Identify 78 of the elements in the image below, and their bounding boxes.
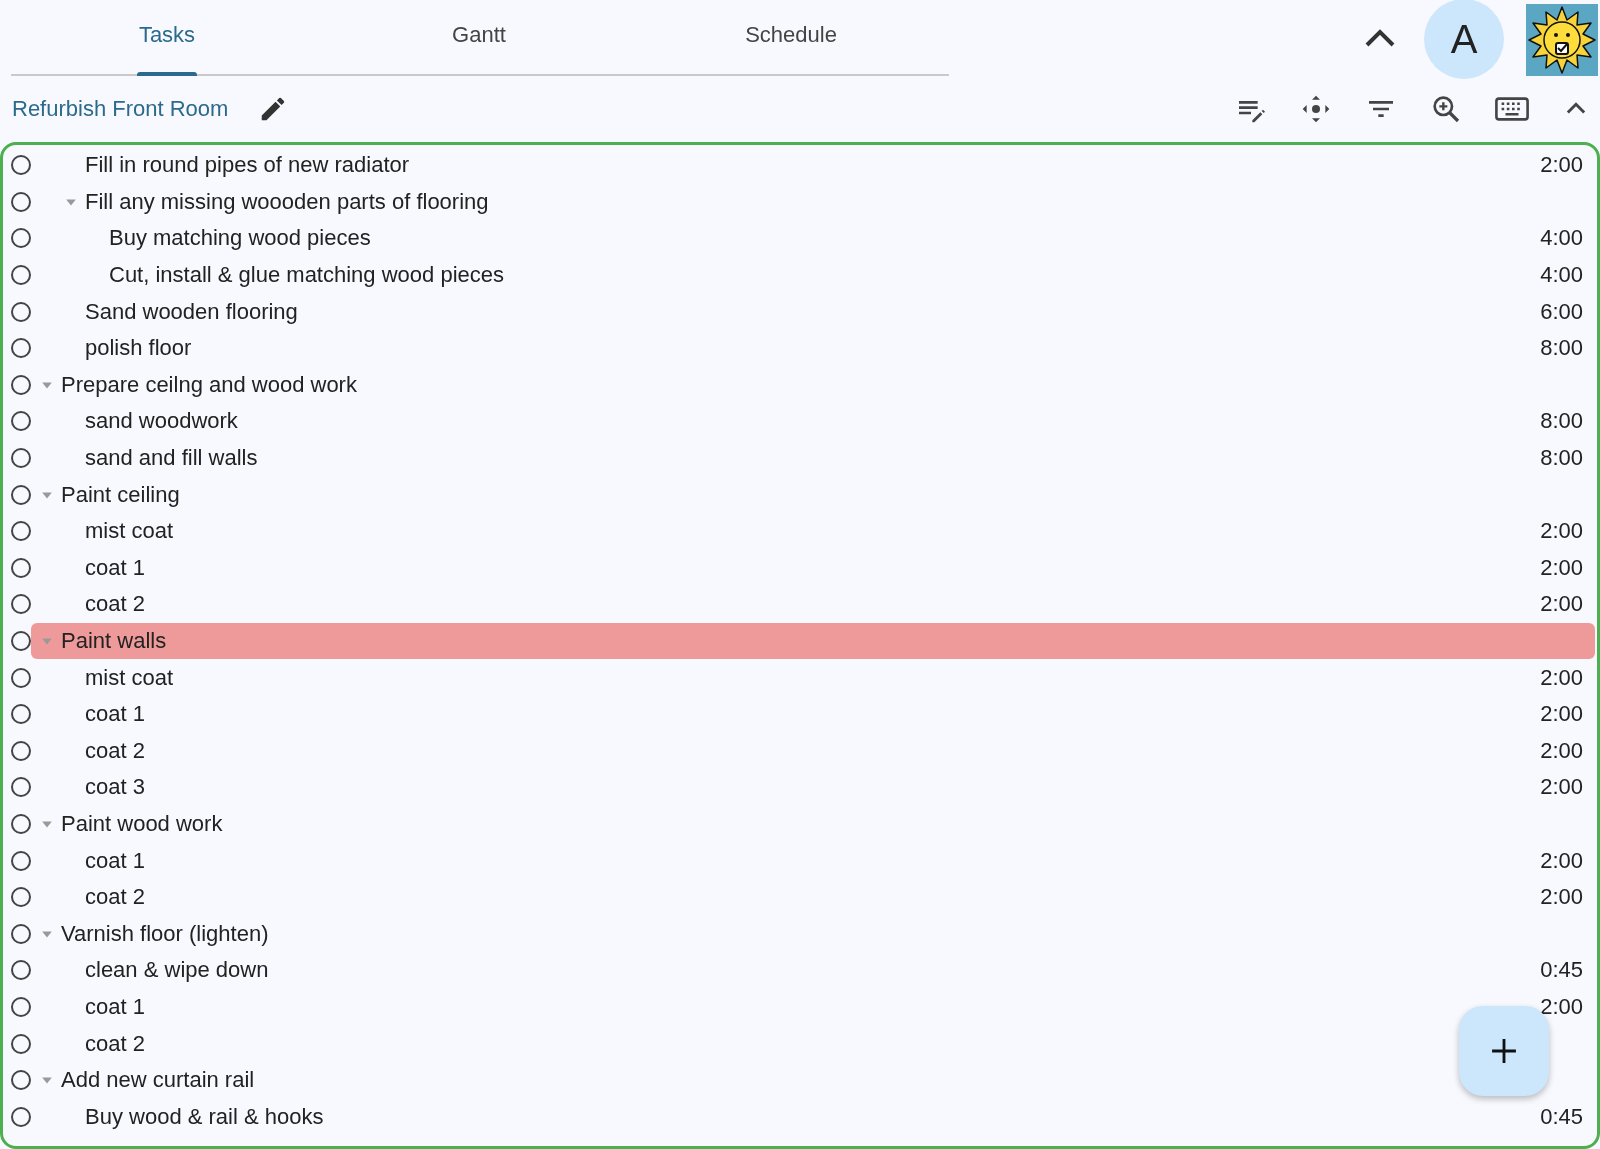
duration-text: 8:00 <box>1540 445 1583 472</box>
duration-text: 2:00 <box>1540 993 1583 1020</box>
duration-text: 2:00 <box>1540 591 1583 618</box>
task-row[interactable]: Add new curtain rail <box>31 1062 1595 1099</box>
task-title: coat 2 <box>84 884 145 911</box>
task-row[interactable]: Paint ceiling <box>31 476 1595 513</box>
task-title: polish floor <box>84 335 192 362</box>
task-title: coat 2 <box>84 591 145 618</box>
task-row[interactable]: Varnish floor (lighten) <box>31 915 1595 952</box>
task-row[interactable]: mist coat 2:00 <box>55 513 1595 550</box>
duration-text: 2:00 <box>1540 884 1583 911</box>
task-row[interactable]: Sand wooden flooring 6:00 <box>55 293 1595 330</box>
task-title: Add new curtain rail <box>60 1067 255 1094</box>
task-row[interactable]: coat 1 2:00 <box>55 549 1595 586</box>
avatar[interactable]: A <box>1424 0 1504 79</box>
task-title: Fill any missing woooden parts of flooring <box>84 188 489 215</box>
task-title: Fill in round pipes of new radiator <box>84 152 410 179</box>
task-row[interactable]: sand and fill walls 8:00 <box>55 440 1595 477</box>
task-title: clean & wipe down <box>84 957 269 984</box>
task-row[interactable]: clean & wipe down 0:45 <box>55 952 1595 989</box>
task-title: coat 3 <box>84 774 145 801</box>
task-row[interactable]: sand woodwork 8:00 <box>55 403 1595 440</box>
duration-text: 0:45 <box>1540 1103 1583 1130</box>
task-title: Buy matching wood pieces <box>108 225 371 252</box>
task-title: sand woodwork <box>84 408 238 435</box>
duration-text: 2:00 <box>1540 554 1583 581</box>
duration-text: 4:00 <box>1540 262 1583 289</box>
task-title: Sand wooden flooring <box>84 298 298 325</box>
task-row[interactable]: Buy wood & rail & hooks 0:45 <box>55 1098 1595 1135</box>
task-row[interactable]: coat 2 <box>55 1025 1595 1062</box>
task-title: Cut, install & glue matching wood pieces <box>108 262 504 289</box>
task-title: Paint walls <box>60 628 167 654</box>
task-title: coat 2 <box>84 737 145 764</box>
task-title: coat 1 <box>84 847 145 874</box>
duration-text: 2:00 <box>1540 774 1583 801</box>
task-row[interactable]: Fill any missing woooden parts of flooring <box>55 183 1595 220</box>
task-row[interactable]: Buy matching wood pieces 4:00 <box>79 220 1595 257</box>
task-title: coat 1 <box>84 993 145 1020</box>
task-row[interactable]: Cut, install & glue matching wood pieces 4:00 <box>79 257 1595 294</box>
duration-text: 4:00 <box>1540 225 1583 252</box>
task-title: Varnish floor (lighten) <box>60 920 269 947</box>
duration-text: 2:00 <box>1540 701 1583 728</box>
task-title: mist coat <box>84 518 174 545</box>
task-row[interactable]: Paint wood work <box>31 806 1595 842</box>
task-row[interactable]: Prepare ceilng and wood work <box>31 366 1595 403</box>
task-row[interactable]: coat 2 2:00 <box>55 879 1595 916</box>
task-row[interactable]: coat 3 2:00 <box>55 769 1595 806</box>
task-title: Buy wood & rail & hooks <box>84 1103 324 1130</box>
task-title: coat 1 <box>84 554 145 581</box>
task-row[interactable]: coat 1 2:00 <box>55 696 1595 733</box>
task-row[interactable]: coat 1 2:00 <box>55 842 1595 879</box>
task-title: sand and fill walls <box>84 445 258 472</box>
duration-text: 6:00 <box>1540 298 1583 325</box>
task-row[interactable]: Paint walls <box>31 623 1595 659</box>
project-title: Refurbish Front Room <box>12 96 229 122</box>
duration-text: 0:45 <box>1540 957 1583 984</box>
task-title: Paint ceiling <box>60 481 180 508</box>
task-title: coat 1 <box>84 701 145 728</box>
duration-text: 2:00 <box>1540 664 1583 691</box>
tab[interactable]: Gantt <box>323 0 635 74</box>
task-row[interactable]: coat 1 2:00 <box>55 988 1595 1025</box>
task-title: mist coat <box>84 664 174 691</box>
duration-text: 8:00 <box>1540 408 1583 435</box>
duration-text: 2:00 <box>1540 152 1583 179</box>
task-title: Prepare ceilng and wood work <box>60 371 357 398</box>
task-title: Paint wood work <box>60 811 223 837</box>
task-row[interactable]: Fill in round pipes of new radiator 2:00 <box>55 147 1595 184</box>
task-row[interactable]: coat 2 2:00 <box>55 732 1595 769</box>
task-title: coat 2 <box>84 1030 145 1057</box>
duration-text: 2:00 <box>1540 847 1583 874</box>
duration-text: 2:00 <box>1540 518 1583 545</box>
tab[interactable]: Tasks <box>11 0 323 74</box>
task-row[interactable]: coat 2 2:00 <box>55 586 1595 623</box>
duration-text: 2:00 <box>1540 737 1583 764</box>
task-row[interactable]: polish floor 8:00 <box>55 330 1595 367</box>
tab[interactable]: Schedule <box>635 0 947 74</box>
duration-text: 8:00 <box>1540 335 1583 362</box>
task-row[interactable]: mist coat 2:00 <box>55 659 1595 696</box>
